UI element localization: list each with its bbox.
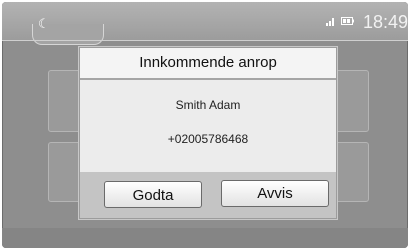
moon-icon: ☾: [38, 16, 50, 31]
status-bar: ☾ 18:49: [2, 2, 408, 45]
clock: 18:49: [363, 12, 408, 32]
dialog-divider: [80, 78, 336, 80]
accept-call-button[interactable]: Godta: [104, 181, 202, 208]
caller-name: Smith Adam: [175, 98, 241, 112]
signal-icon: [326, 18, 334, 26]
caller-number: +02005786468: [167, 132, 249, 146]
background-tile: [333, 142, 369, 202]
car-display-screen: ☾ 18:49 Innkommende anrop Smith Adam +02…: [2, 2, 408, 248]
status-divider: [2, 40, 408, 41]
battery-icon: [341, 17, 354, 25]
incoming-call-dialog: Innkommende anrop Smith Adam +0200578646…: [79, 47, 337, 219]
background-tile: [333, 70, 369, 132]
bottom-bar: [2, 228, 408, 248]
dialog-title: Innkommende anrop: [80, 48, 336, 78]
dialog-button-area: Godta Avvis: [80, 172, 336, 218]
reject-call-button[interactable]: Avvis: [221, 180, 329, 207]
